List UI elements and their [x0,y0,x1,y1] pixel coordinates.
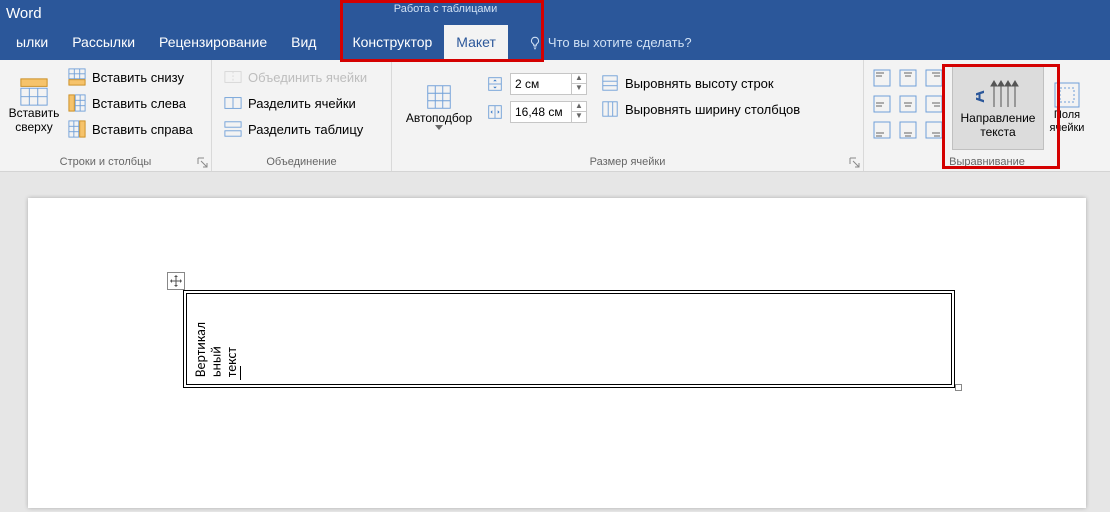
text-direction-icon: A [976,77,1020,111]
insert-left-icon [68,94,86,112]
col-width-input[interactable]: ▲▼ [486,100,587,124]
text-direction-label: Направление текста [961,111,1036,140]
align-bot-center[interactable] [896,118,920,142]
tab-table-design[interactable]: Конструктор [340,25,444,60]
insert-below-icon [68,68,86,86]
insert-above-label: Вставить сверху [9,107,60,135]
align-mid-right[interactable] [922,92,946,116]
autofit-button[interactable]: Автоподбор [398,64,480,148]
split-table-icon [224,120,242,138]
insert-right-button[interactable]: Вставить справа [62,116,199,142]
alignment-grid [870,66,946,142]
group-rows-columns: Вставить сверху Вставить снизу [0,60,212,171]
text-cursor [240,366,241,380]
dialog-launcher-icon[interactable] [849,157,861,169]
distribute-cols-icon [601,100,619,118]
lightbulb-icon [528,36,542,50]
group-merge-label: Объединение [266,156,336,168]
insert-left-button[interactable]: Вставить слева [62,90,199,116]
group-cell-size: Автоподбор ▲▼ [392,60,864,171]
cell-margins-icon [1053,81,1081,109]
app-name: Word [0,5,46,25]
insert-right-icon [68,120,86,138]
align-mid-left[interactable] [870,92,894,116]
row-height-icon [486,75,504,93]
col-width-icon [486,103,504,121]
svg-text:A: A [976,90,988,103]
tab-links-partial[interactable]: ылки [4,25,60,60]
document-table[interactable]: Вертикал ьный текст [183,290,955,388]
row-height-value[interactable] [511,74,571,94]
group-rows-columns-label: Строки и столбцы [60,156,152,168]
align-top-center[interactable] [896,66,920,90]
dialog-launcher-icon[interactable] [197,157,209,169]
cell-text: Вертикал ьный текст [193,322,239,377]
align-bot-left[interactable] [870,118,894,142]
merge-cells-icon [224,68,242,86]
group-alignment: A Направление текста Поля ячейки [864,60,1110,171]
table-move-handle[interactable] [167,272,185,290]
ribbon-tabs: ылки Рассылки Рецензирование Вид Констру… [0,25,1110,60]
table-resize-handle[interactable] [955,384,962,391]
page[interactable]: Вертикал ьный текст [28,198,1086,508]
align-bot-right[interactable] [922,118,946,142]
cell-margins-label: Поля ячейки [1050,109,1085,134]
text-direction-button[interactable]: A Направление текста [952,66,1044,150]
table-cell[interactable]: Вертикал ьный текст [186,293,952,385]
align-mid-center[interactable] [896,92,920,116]
row-height-input[interactable]: ▲▼ [486,72,587,96]
insert-below-button[interactable]: Вставить снизу [62,64,199,90]
cell-margins-button[interactable]: Поля ячейки [1044,66,1090,150]
tell-me-search[interactable]: Что вы хотите сделать? [528,35,692,50]
autofit-icon [424,82,454,112]
title-bar: Word Работа с таблицами [0,0,1110,25]
document-area: Вертикал ьный текст [0,172,1110,512]
distribute-rows-icon [601,74,619,92]
distribute-cols-button[interactable]: Выровнять ширину столбцов [595,96,806,122]
split-cells-icon [224,94,242,112]
distribute-rows-button[interactable]: Выровнять высоту строк [595,70,806,96]
spin-down[interactable]: ▼ [572,84,586,94]
insert-above-icon [19,77,49,107]
group-cell-size-label: Размер ячейки [590,156,666,168]
align-top-left[interactable] [870,66,894,90]
tab-view[interactable]: Вид [279,25,328,60]
dropdown-icon [435,125,443,130]
tab-review[interactable]: Рецензирование [147,25,279,60]
align-top-right[interactable] [922,66,946,90]
group-merge: Объединить ячейки Разделить ячейки Разде… [212,60,392,171]
tell-me-placeholder: Что вы хотите сделать? [548,35,692,50]
merge-cells-button: Объединить ячейки [218,64,373,90]
spin-down[interactable]: ▼ [572,112,586,122]
ribbon: Вставить сверху Вставить снизу [0,60,1110,172]
split-cells-button[interactable]: Разделить ячейки [218,90,373,116]
tab-mailings[interactable]: Рассылки [60,25,147,60]
group-alignment-label: Выравнивание [949,156,1025,168]
split-table-button[interactable]: Разделить таблицу [218,116,373,142]
insert-above-button[interactable]: Вставить сверху [6,64,62,148]
context-tab-group-title: Работа с таблицами [353,3,538,15]
tab-table-layout[interactable]: Макет [444,25,508,60]
col-width-value[interactable] [511,102,571,122]
move-icon [170,275,182,287]
